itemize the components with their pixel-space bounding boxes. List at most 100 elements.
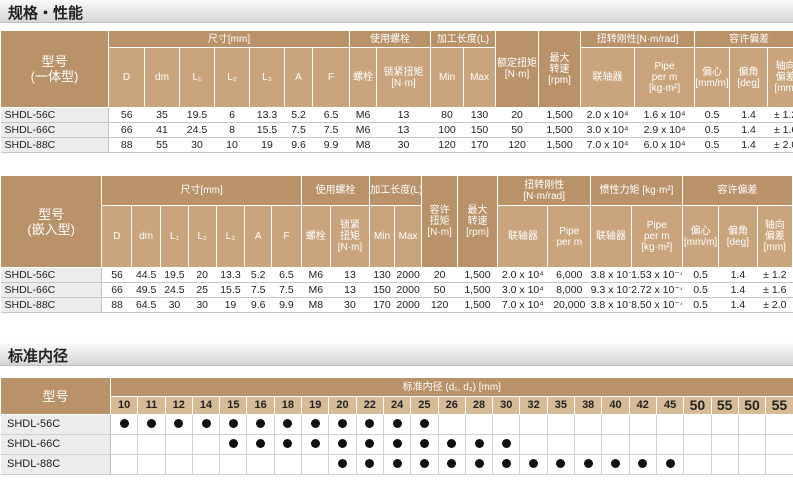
spec-table-embedded: 型号 (嵌入型) 尺寸[mm] 使用螺栓 加工长度(L) 容许 扭矩 [N·m] 最大 转速 [rp…: [0, 175, 793, 313]
value-cell: 41: [144, 122, 180, 138]
value-cell: 66: [108, 122, 145, 138]
size-group-header: 尺寸[mm]: [107, 30, 351, 48]
value-cell: 9.3 x 10⁻⁵: [590, 282, 632, 298]
bore-size-header: 10: [109, 396, 139, 415]
value-cell: 0.5: [682, 297, 719, 313]
value-cell: 1.53 x 10⁻⁴: [631, 267, 683, 283]
available-dot-icon: [228, 438, 238, 448]
tolerance-col-header: 偏角 [deg]: [729, 47, 769, 108]
available-dot-icon: [338, 458, 348, 468]
tolerance-col-header: 偏心 [mm/m]: [681, 205, 720, 268]
bolt-col-header: 锁紧扭矩[N·m]: [329, 205, 371, 268]
length-group-header: 加工长度(L): [430, 30, 497, 48]
availability-cell: [574, 454, 603, 475]
value-cell: 24.5: [179, 122, 215, 138]
availability-cell: [246, 414, 275, 435]
value-cell: 35: [144, 107, 180, 123]
availability-cell: [165, 434, 193, 455]
value-cell: 5.2: [244, 267, 272, 283]
value-cell: 13.3: [216, 267, 245, 283]
value-cell: 0.5: [682, 267, 719, 283]
length-col-header: Max: [463, 47, 497, 108]
available-dot-icon: [365, 418, 375, 428]
bolt-group-header: 使用螺栓: [300, 175, 371, 206]
available-dot-icon: [338, 418, 348, 428]
bore-size-header: 35: [546, 396, 576, 415]
inertia-col-header: Pipe per m [kg·m²]: [630, 205, 683, 268]
bore-size-header: 12: [164, 396, 193, 415]
tolerance-col-header: 偏角 [deg]: [718, 205, 758, 268]
availability-cell: [519, 454, 548, 475]
stiffness-col-header: Pipe per m: [547, 205, 592, 268]
value-cell: 7.5: [284, 122, 313, 138]
availability-cell: [328, 454, 357, 475]
value-cell: 120: [495, 137, 539, 153]
value-cell: 1.4: [729, 122, 768, 138]
size-col-header: D: [108, 47, 145, 108]
value-cell: 5.2: [284, 107, 313, 123]
bore-size-header: 55: [710, 396, 739, 415]
table-row: SHDL-88C 88 55 30 10 19 9.6 9.9 M8 30 120 170 120 1,5…: [0, 137, 793, 153]
availability-cell: [547, 454, 576, 475]
bore-size-header: 50: [683, 396, 712, 415]
value-cell: 170: [369, 297, 395, 313]
available-dot-icon: [256, 418, 266, 428]
available-dot-icon: [474, 438, 484, 448]
tolerance-group-header: 容许偏差: [681, 175, 793, 206]
availability-cell: [110, 454, 139, 475]
table-row: SHDL-56C 56 44.5 19.5 20 13.3 5.2 6.5 M6 13 130 200…: [0, 267, 793, 283]
value-cell: 170: [463, 137, 496, 153]
bore-size-header: 42: [628, 396, 657, 415]
availability-cell: [547, 414, 576, 435]
availability-cell: [765, 414, 793, 435]
value-cell: 15.5: [249, 122, 285, 138]
value-cell: 64.5: [131, 297, 161, 313]
value-cell: 3.0 x 10⁴: [580, 122, 635, 138]
availability-cell: [356, 454, 384, 475]
size-col-header: dm: [131, 205, 162, 268]
value-cell: 7.0 x 10⁴: [497, 297, 548, 313]
availability-cell: [192, 414, 221, 435]
availability-cell: [438, 434, 466, 455]
value-cell: 1,500: [457, 297, 498, 313]
available-dot-icon: [256, 438, 266, 448]
availability-cell: [629, 454, 657, 475]
table-row: SHDL-66C 66 41 24.5 8 15.5 7.5 7.5 M6 13 100 150 50 1…: [0, 122, 793, 138]
value-cell: 19.5: [160, 267, 189, 283]
value-cell: 66: [101, 282, 132, 298]
model-cell: SHDL-88C: [0, 454, 111, 475]
bore-size-header: 26: [437, 396, 466, 415]
value-cell: 20: [421, 267, 458, 283]
availability-cell: [274, 414, 303, 435]
availability-cell: [574, 414, 603, 435]
value-cell: 15.5: [216, 282, 245, 298]
availability-cell: [656, 414, 685, 435]
availability-cell: [383, 454, 412, 475]
availability-cell: [137, 434, 166, 455]
value-cell: 120: [421, 297, 458, 313]
inertia-col-header: 联轴器: [590, 205, 632, 268]
value-cell: 19: [216, 297, 245, 313]
value-cell: 1,500: [457, 282, 498, 298]
value-cell: M6: [349, 107, 377, 123]
model-header: 型号 (嵌入型): [0, 175, 103, 268]
value-cell: 30: [376, 137, 431, 153]
availability-cell: [246, 434, 275, 455]
value-cell: ± 2.0: [757, 297, 793, 313]
available-dot-icon: [119, 418, 129, 428]
value-cell: 1.6 x 10⁴: [634, 107, 695, 123]
value-cell: 3.8 x 10⁻⁴: [590, 297, 632, 313]
value-cell: 10: [214, 137, 250, 153]
value-cell: M8: [301, 297, 331, 313]
availability-cell: [301, 414, 330, 435]
availability-cell: [438, 414, 466, 435]
availability-cell: [465, 454, 494, 475]
value-cell: 100: [430, 122, 464, 138]
availability-cell: [738, 434, 767, 455]
model-cell: SHDL-56C: [0, 267, 103, 283]
value-cell: 9.6: [244, 297, 272, 313]
size-col-header: L₂: [187, 205, 217, 268]
size-col-header: L₁: [160, 205, 189, 268]
bore-size-header: 28: [464, 396, 494, 415]
available-dot-icon: [556, 458, 566, 468]
